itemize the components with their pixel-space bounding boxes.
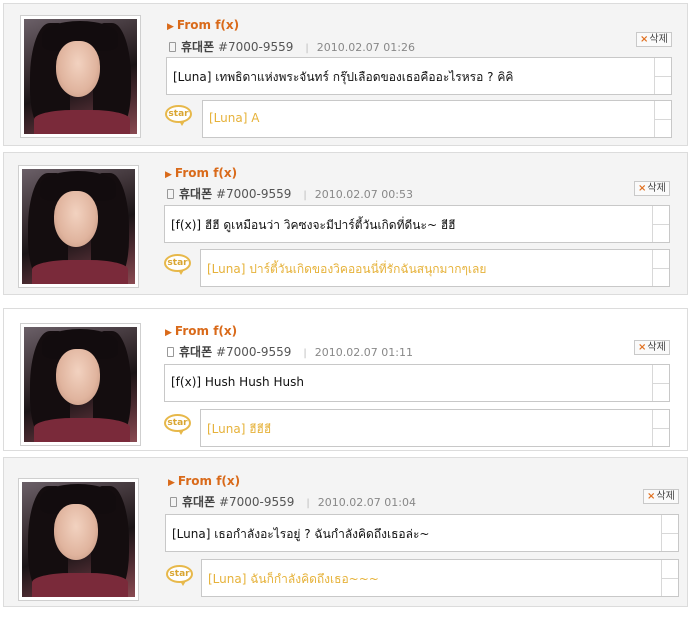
scrollbar[interactable]: [652, 410, 669, 446]
reply-box[interactable]: [Luna] ฉันก็กำลังคิดถึงเธอ~~~: [201, 559, 679, 597]
sender-label: ▶ From f(x): [168, 474, 241, 488]
avatar: [18, 478, 139, 601]
phone-icon: [167, 189, 174, 199]
phone-icon: [170, 497, 177, 507]
message-box[interactable]: [Luna] เทพธิดาแห่งพระจันทร์ กรุ๊ปเลือดขอ…: [166, 57, 672, 95]
timestamp: 2010.02.07 01:26: [316, 41, 415, 54]
sender-label: ▶ From f(x): [167, 18, 240, 32]
close-icon: ×: [638, 183, 647, 194]
message-card: ▶ From f(x) 휴대폰 #7000-9559 | 2010.02.07 01:…: [3, 457, 688, 607]
scrollbar[interactable]: [661, 515, 678, 551]
close-icon: ×: [638, 342, 647, 353]
message-card: ▶ From f(x) 휴대폰 #7000-9559 | 2010.02.07 00:…: [3, 152, 688, 295]
star-reply-icon: star: [164, 414, 191, 435]
star-reply-icon: star: [164, 254, 191, 275]
phone-number: #7000-9559: [217, 40, 294, 54]
message-box[interactable]: [f(x)] Hush Hush Hush: [164, 364, 670, 402]
device-name: 휴대폰: [179, 187, 213, 201]
scrollbar[interactable]: [652, 206, 669, 242]
reply-text: [Luna] ฮีฮีฮี: [207, 422, 272, 436]
sender-label: ▶ From f(x): [165, 166, 238, 180]
triangle-icon: ▶: [167, 22, 174, 32]
divider: |: [306, 498, 310, 509]
phone-number: #7000-9559: [218, 495, 295, 509]
reply-box[interactable]: [Luna] ปาร์ตี้วันเกิดของวิคออนนี่ที่รักฉ…: [200, 249, 670, 287]
message-text: [Luna] เธอกำลังอะไรอยู่ ? ฉันกำลังคิดถึง…: [172, 527, 430, 541]
message-meta: 휴대폰 #7000-9559 | 2010.02.07 01:04: [170, 493, 416, 510]
delete-button[interactable]: ×삭제: [634, 181, 670, 196]
avatar: [18, 165, 139, 288]
scrollbar[interactable]: [654, 58, 671, 94]
close-icon: ×: [647, 491, 656, 502]
close-icon: ×: [640, 34, 649, 45]
triangle-icon: ▶: [165, 328, 172, 338]
phone-icon: [169, 42, 176, 52]
delete-button[interactable]: ×삭제: [634, 340, 670, 355]
message-box[interactable]: [f(x)] ฮีฮี ดูเหมือนว่า วิคซงจะมีปาร์ตี้…: [164, 205, 670, 243]
phone-icon: [167, 347, 174, 357]
message-box[interactable]: [Luna] เธอกำลังอะไรอยู่ ? ฉันกำลังคิดถึง…: [165, 514, 679, 552]
timestamp: 2010.02.07 00:53: [314, 188, 413, 201]
phone-number: #7000-9559: [215, 187, 292, 201]
avatar: [20, 323, 141, 446]
message-card: ▶ From f(x) 휴대폰 #7000-9559 | 2010.02.07 01:…: [3, 308, 688, 451]
scrollbar[interactable]: [661, 560, 678, 596]
message-meta: 휴대폰 #7000-9559 | 2010.02.07 01:26: [169, 38, 415, 55]
reply-text: [Luna] ฉันก็กำลังคิดถึงเธอ~~~: [208, 572, 379, 586]
reply-box[interactable]: [Luna] A: [202, 100, 672, 138]
message-card: ▶ From f(x) 휴대폰 #7000-9559 | 2010.02.07 01:…: [3, 3, 688, 146]
scrollbar[interactable]: [654, 101, 671, 137]
message-text: [f(x)] ฮีฮี ดูเหมือนว่า วิคซงจะมีปาร์ตี้…: [171, 218, 456, 232]
sender-label: ▶ From f(x): [165, 324, 238, 338]
message-text: [f(x)] Hush Hush Hush: [171, 375, 304, 389]
device-name: 휴대폰: [182, 495, 216, 509]
avatar: [20, 15, 141, 138]
device-name: 휴대폰: [181, 40, 215, 54]
reply-text: [Luna] A: [209, 111, 260, 125]
divider: |: [303, 348, 307, 359]
star-reply-icon: star: [166, 565, 193, 586]
reply-box[interactable]: [Luna] ฮีฮีฮี: [200, 409, 670, 447]
scrollbar[interactable]: [652, 250, 669, 286]
scrollbar[interactable]: [652, 365, 669, 401]
timestamp: 2010.02.07 01:11: [314, 346, 413, 359]
triangle-icon: ▶: [165, 170, 172, 180]
divider: |: [305, 43, 309, 54]
delete-button[interactable]: ×삭제: [643, 489, 679, 504]
message-meta: 휴대폰 #7000-9559 | 2010.02.07 01:11: [167, 343, 413, 360]
timestamp: 2010.02.07 01:04: [317, 496, 416, 509]
reply-text: [Luna] ปาร์ตี้วันเกิดของวิคออนนี่ที่รักฉ…: [207, 262, 487, 276]
star-reply-icon: star: [165, 105, 192, 126]
triangle-icon: ▶: [168, 478, 175, 488]
divider: |: [303, 190, 307, 201]
message-text: [Luna] เทพธิดาแห่งพระจันทร์ กรุ๊ปเลือดขอ…: [173, 70, 514, 84]
device-name: 휴대폰: [179, 345, 213, 359]
message-meta: 휴대폰 #7000-9559 | 2010.02.07 00:53: [167, 185, 413, 202]
phone-number: #7000-9559: [215, 345, 292, 359]
delete-button[interactable]: ×삭제: [636, 32, 672, 47]
